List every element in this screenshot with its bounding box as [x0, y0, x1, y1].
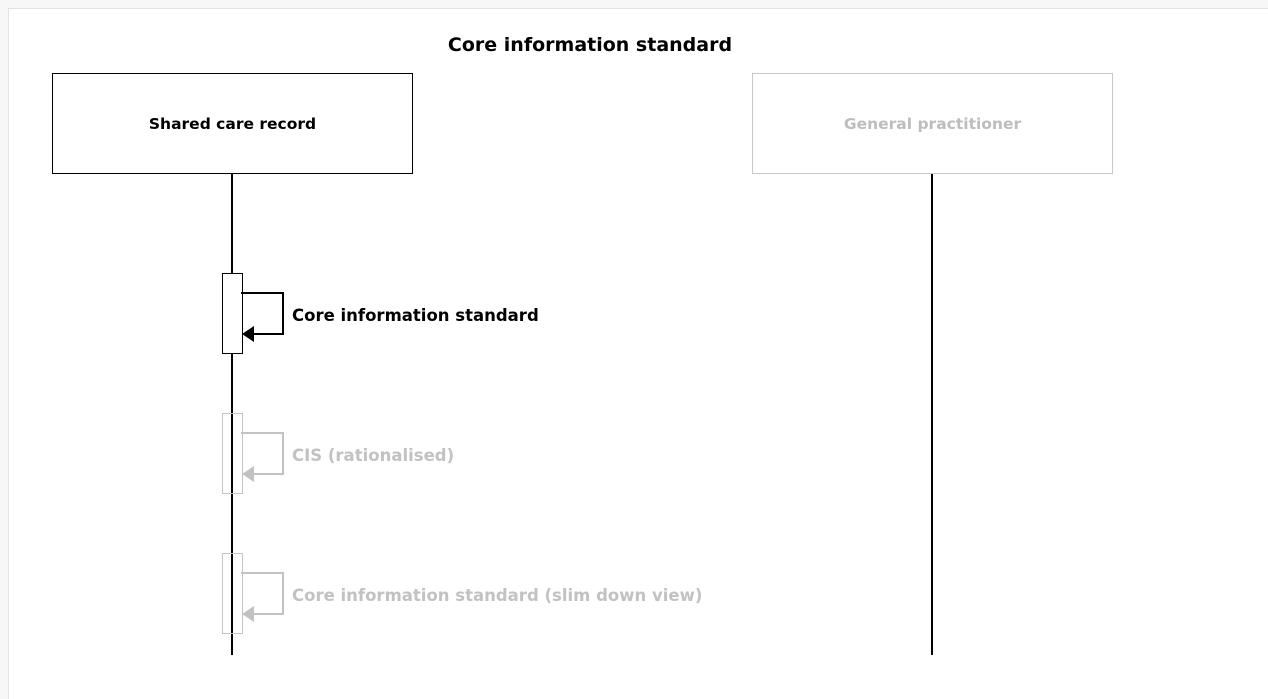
- message-label: Core information standard: [292, 306, 539, 325]
- participant-label: Shared care record: [148, 114, 317, 133]
- message-label: CIS (rationalised): [292, 446, 455, 465]
- message-label: Core information standard (slim down vie…: [292, 586, 703, 605]
- participant-general-practitioner[interactable]: General practitioner: [752, 73, 1113, 174]
- self-message-arrow: [241, 432, 284, 482]
- diagram-title: Core information standard: [447, 34, 733, 56]
- self-message-arrow: [241, 292, 284, 342]
- participant-label: General practitioner: [843, 114, 1022, 133]
- participant-shared-care-record[interactable]: Shared care record: [52, 73, 413, 174]
- self-message-arrow: [241, 572, 284, 622]
- lifeline-general-practitioner: [931, 174, 933, 655]
